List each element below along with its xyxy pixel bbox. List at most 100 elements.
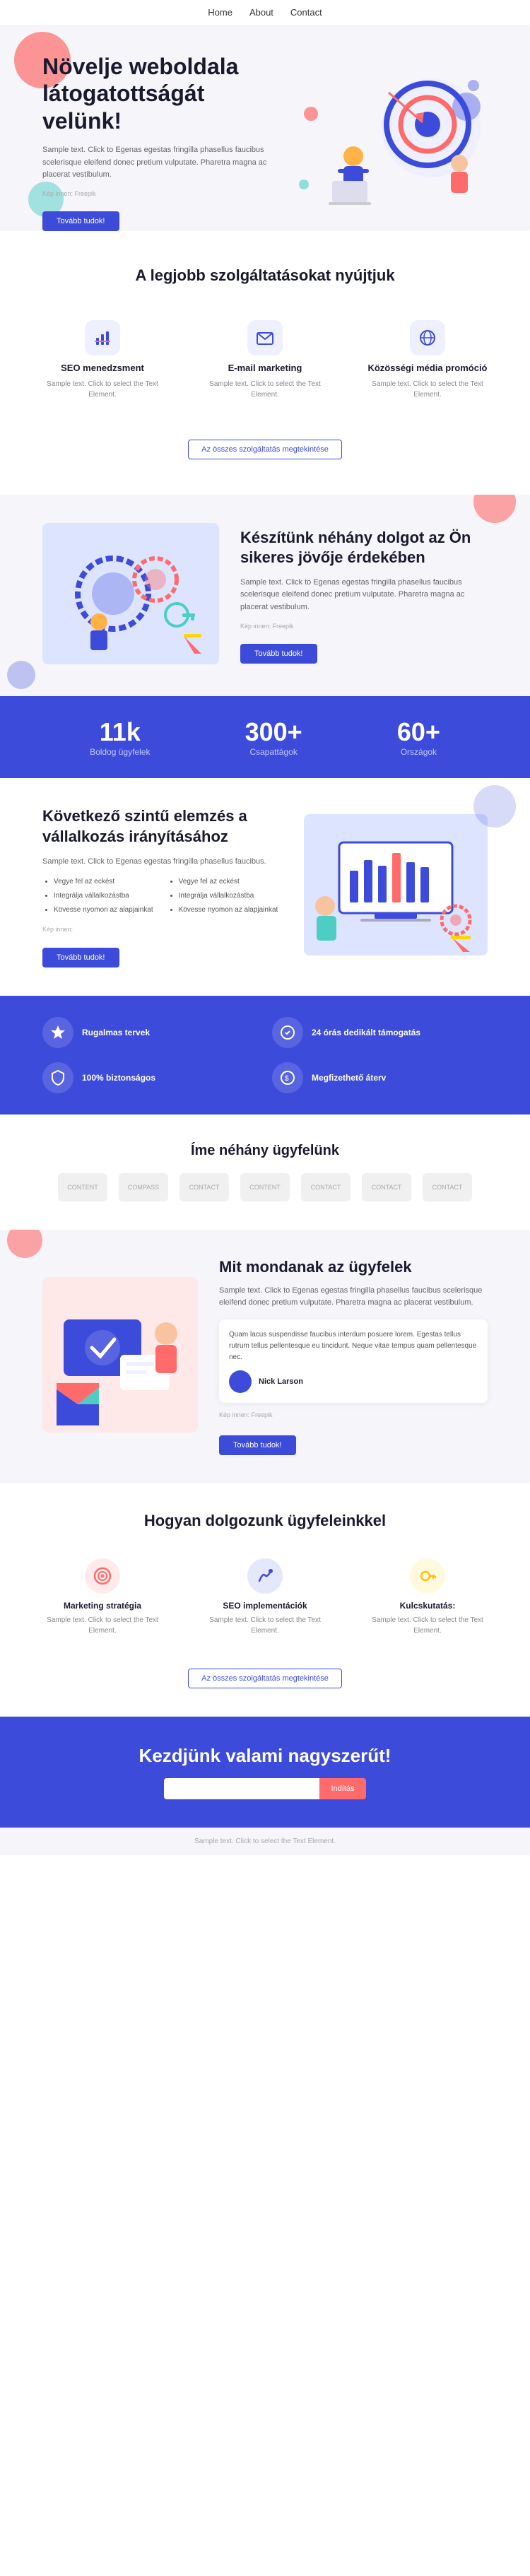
secure-icon [42,1062,73,1093]
seo-body: Sample text. Click to select the Text El… [35,379,170,400]
client-logo-7: CONTACT [423,1173,472,1201]
stat-team: 300+ Csapattágok [245,717,302,757]
seo-impl-icon [247,1558,283,1594]
clients-section: Íme néhány ügyfelünk CONTENT COMPASS CON… [0,1114,530,1230]
hero-blob-blue [452,93,481,121]
nextlevel-left: Következő szintű elemzés a vállalkozás i… [42,806,283,967]
stat-clients-value: 11k [90,717,150,747]
howwork-section: Hogyan dolgozunk ügyfeleinkkel Marketing… [0,1483,530,1717]
nextlevel-illustration [304,814,488,955]
svg-text:$: $ [285,1075,289,1083]
list-item: Integrálja vállalkozástba [54,889,153,903]
hero-left: Növelje weboldala látogatottságát velünk… [42,53,290,231]
author-avatar [229,1370,252,1393]
feature-price-title: Megfizethető áterv [312,1073,386,1083]
email-icon [247,320,283,355]
stat-countries: 60+ Országok [397,717,440,757]
about-section: Készítünk néhány dolgot az Ön sikeres jö… [0,495,530,696]
list-item: Kövesse nyomon az alapjainkat [54,903,153,917]
hero-illustration [290,71,488,213]
hero-heading: Növelje weboldala látogatottságát velünk… [42,53,290,134]
seo-title: SEO menedzsment [35,363,170,373]
services-cta-button[interactable]: Az összes szolgáltatás megtekintése [188,440,342,459]
service-cards: SEO menedzsment Sample text. Click to se… [28,306,502,414]
author-name: Nick Larson [259,1377,303,1386]
social-title: Közösségi média promóció [360,363,495,373]
nextlevel-img-caption: Kép innen: [42,924,283,934]
list-item: Vegye fel az eckést [54,875,153,889]
feature-support-text: 24 órás dedikált támogatás [312,1028,420,1037]
features-section: Rugalmas tervek 24 órás dedikált támogat… [0,996,530,1114]
stat-clients: 11k Boldog ügyfelek [90,717,150,757]
list-item: Integrálja vállalkozástba [179,889,278,903]
feature-price-text: Megfizethető áterv [312,1073,386,1083]
stats-section: 11k Boldog ügyfelek 300+ Csapattágok 60+… [0,696,530,778]
about-body: Sample text. Click to Egenas egestas fri… [240,577,488,614]
testimonial-img-caption: Kép innen: Freepik [219,1410,488,1420]
howwork-cta-button[interactable]: Az összes szolgáltatás megtekintése [188,1669,342,1688]
email-title: E-mail marketing [198,363,332,373]
nextlevel-image [304,814,488,959]
hero-cta-button[interactable]: Tovább tudok! [42,211,119,231]
howwork-marketing-body: Sample text. Click to select the Text El… [35,1615,170,1636]
howwork-heading: Hogyan dolgozunk ügyfeleinkkel [28,1512,502,1530]
about-blob-coral [473,495,516,523]
nav-contact[interactable]: Contact [290,7,322,18]
author-info: Nick Larson [259,1377,303,1386]
howwork-cards: Marketing stratégia Sample text. Click t… [28,1551,502,1643]
stat-countries-label: Országok [397,747,440,757]
feature-support: 24 órás dedikált támogatás [272,1017,488,1048]
nextlevel-lists: Vegye fel az eckést Integrálja vállalkoz… [42,875,283,917]
about-img-caption: Kép innen: Freepik [240,621,488,631]
nav-about[interactable]: About [249,7,273,18]
price-icon: $ [272,1062,303,1093]
cta-submit-button[interactable]: Indítás [319,1778,365,1799]
flexible-icon [42,1017,73,1048]
howwork-marketing-title: Marketing stratégia [35,1601,170,1611]
feature-secure: 100% biztonságos [42,1062,258,1093]
testimonial-illustration [42,1277,198,1433]
howwork-card-marketing: Marketing stratégia Sample text. Click t… [28,1551,177,1643]
nav-home[interactable]: Home [208,7,232,18]
about-image [42,523,219,668]
hero-body: Sample text. Click to Egenas egestas fri… [42,144,290,182]
howwork-key-title: Kulcskutatás: [360,1601,495,1611]
social-body: Sample text. Click to select the Text El… [360,379,495,400]
about-illustration [42,523,219,664]
cta-heading: Kezdjünk valami nagyszerűt! [42,1745,488,1767]
nextlevel-blob [473,785,516,828]
client-logo-1: CONTENT [58,1173,107,1201]
marketing-icon [85,1558,120,1594]
client-logo-3: CONTACT [179,1173,229,1201]
cta-email-input[interactable] [164,1778,319,1799]
service-card-email: E-mail marketing Sample text. Click to s… [191,306,339,414]
email-body: Sample text. Click to select the Text El… [198,379,332,400]
social-icon [410,320,445,355]
testimonial-quote-text: Quam lacus suspendisse faucibus interdum… [229,1329,478,1363]
navbar: Home About Contact [0,0,530,25]
stat-team-value: 300+ [245,717,302,747]
howwork-seo-body: Sample text. Click to select the Text El… [198,1615,332,1636]
howwork-card-seo: SEO implementációk Sample text. Click to… [191,1551,339,1643]
service-card-social: Közösségi média promóció Sample text. Cl… [353,306,502,414]
hero-visual [290,71,488,213]
feature-price: $ Megfizethető áterv [272,1062,488,1093]
testimonial-cta-button[interactable]: Tovább tudok! [219,1435,296,1455]
stat-countries-value: 60+ [397,717,440,747]
feature-secure-title: 100% biztonságos [82,1073,155,1083]
about-right: Készítünk néhány dolgot az Ön sikeres jö… [240,528,488,664]
services-heading: A legjobb szolgáltatásokat nyújtjuk [28,266,502,285]
feature-secure-text: 100% biztonságos [82,1073,155,1083]
testimonial-image [42,1277,198,1436]
about-heading: Készítünk néhány dolgot az Ön sikeres jö… [240,528,488,568]
list-item: Kövesse nyomon az alapjainkat [179,903,278,917]
feature-support-title: 24 órás dedikált támogatás [312,1028,420,1037]
client-logo-6: CONTACT [362,1173,411,1201]
testimonial-quote-card: Quam lacus suspendisse faucibus interdum… [219,1319,488,1403]
hero-section: Növelje weboldala látogatottságát velünk… [0,25,530,231]
testimonial-author: Nick Larson [229,1370,478,1393]
nextlevel-cta-button[interactable]: Tovább tudok! [42,948,119,968]
clients-heading: Íme néhány ügyfelünk [28,1143,502,1159]
about-cta-button[interactable]: Tovább tudok! [240,644,317,664]
testimonial-right: Mit mondanak az ügyfelek Sample text. Cl… [219,1258,488,1456]
